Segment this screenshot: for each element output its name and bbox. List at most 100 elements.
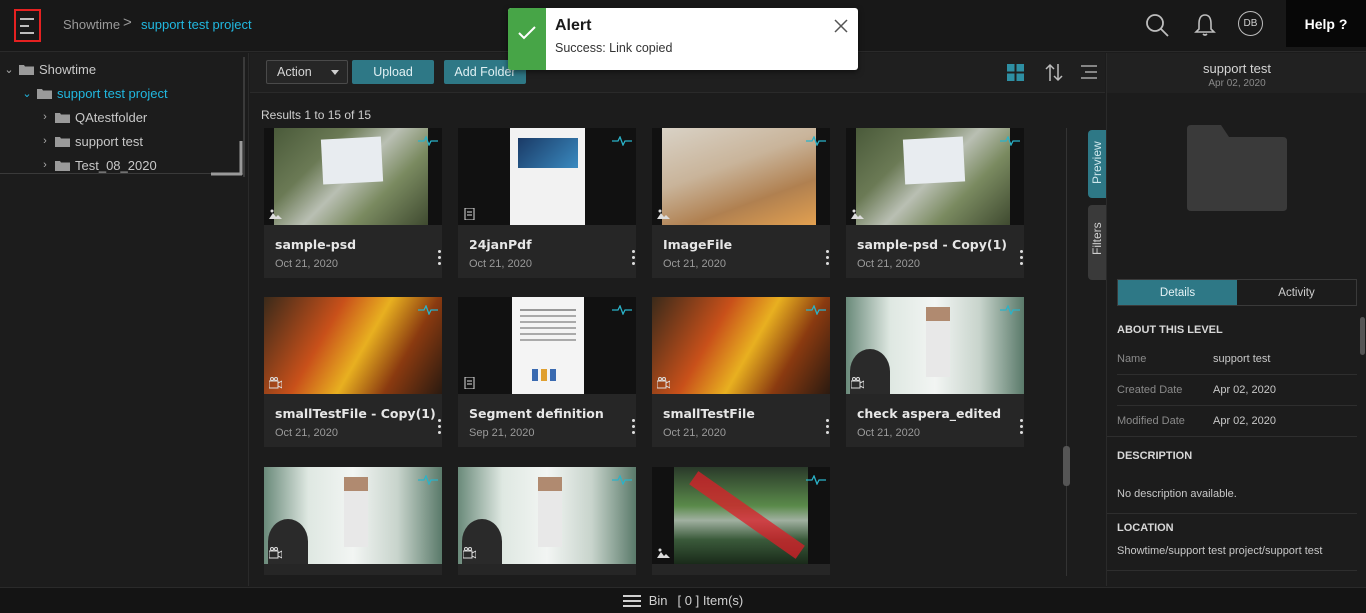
chevron-right-icon[interactable]: ›	[40, 159, 50, 171]
asset-card[interactable]: ImageFile Oct 21, 2020	[652, 128, 830, 278]
asset-card[interactable]: smallTestFile Oct 21, 2020	[652, 297, 830, 447]
field-value: support test	[1213, 353, 1271, 365]
folder-icon	[19, 64, 34, 75]
asset-card[interactable]: Segment definition Sep 21, 2020	[458, 297, 636, 447]
tree-item-label: support test project	[57, 85, 168, 101]
close-icon[interactable]	[833, 18, 849, 34]
sort-icon[interactable]	[1045, 63, 1063, 82]
asset-date: Oct 21, 2020	[663, 427, 726, 439]
hamburger-menu-button[interactable]	[14, 9, 41, 42]
asset-card[interactable]: check aspera_edited Oct 21, 2020	[846, 297, 1024, 447]
more-options-icon[interactable]	[438, 250, 442, 266]
asset-card[interactable]	[264, 467, 442, 575]
more-options-icon[interactable]	[632, 419, 636, 435]
field-value: Apr 02, 2020	[1213, 415, 1276, 427]
asset-card[interactable]: sample-psd Oct 21, 2020	[264, 128, 442, 278]
tab-details[interactable]: Details	[1118, 280, 1237, 305]
breadcrumb-separator: >	[123, 14, 132, 31]
asset-thumbnail[interactable]	[652, 297, 830, 394]
asset-thumbnail[interactable]	[846, 297, 1024, 394]
asset-thumbnail[interactable]	[458, 297, 636, 394]
pulse-icon	[806, 136, 826, 146]
image-type-icon	[657, 209, 670, 219]
more-options-icon[interactable]	[632, 250, 636, 266]
description-heading: DESCRIPTION	[1117, 450, 1193, 462]
tree-item-support-test[interactable]: › support test	[40, 131, 143, 151]
tree-item-support-test-project[interactable]: ⌄ support test project	[22, 83, 168, 103]
breadcrumb-showtime[interactable]: Showtime	[63, 17, 120, 32]
field-key: Created Date	[1117, 384, 1183, 396]
upload-button[interactable]: Upload	[352, 60, 434, 84]
bin-bar[interactable]: Bin [ 0 ] Item(s)	[0, 587, 1366, 613]
asset-thumbnail[interactable]	[652, 467, 830, 564]
details-scrollbar[interactable]	[1360, 317, 1365, 355]
asset-card[interactable]	[458, 467, 636, 575]
tab-filters[interactable]: Filters	[1088, 205, 1106, 280]
divider	[1107, 513, 1357, 514]
more-options-icon[interactable]	[826, 250, 830, 266]
tab-preview[interactable]: Preview	[1088, 130, 1106, 198]
location-text: Showtime/support test project/support te…	[1117, 545, 1323, 557]
notification-bell-icon[interactable]	[1192, 12, 1218, 38]
more-options-icon[interactable]	[1020, 419, 1024, 435]
bin-label: Bin	[648, 593, 668, 608]
user-avatar[interactable]: DB	[1238, 11, 1263, 36]
list-view-icon[interactable]	[1081, 65, 1097, 79]
alert-title: Alert	[555, 17, 592, 34]
asset-thumbnail[interactable]	[264, 128, 442, 225]
pulse-icon	[612, 305, 632, 315]
folder-icon	[55, 160, 70, 171]
more-options-icon[interactable]	[826, 419, 830, 435]
asset-card[interactable]: smallTestFile - Copy(1) Oct 21, 2020	[264, 297, 442, 447]
document-type-icon	[464, 208, 475, 220]
tab-preview-label: Preview	[1090, 141, 1104, 184]
thumbnail-person	[538, 477, 562, 547]
folder-icon	[37, 88, 52, 99]
tree-item-label: Showtime	[39, 61, 97, 77]
divider	[1117, 405, 1357, 406]
help-button[interactable]: Help ?	[1286, 0, 1366, 47]
asset-card[interactable]: sample-psd - Copy(1) Oct 21, 2020	[846, 128, 1024, 278]
asset-title: smallTestFile	[663, 406, 755, 421]
resize-handle-icon[interactable]	[211, 141, 249, 179]
asset-thumbnail[interactable]	[264, 467, 442, 564]
video-type-icon	[463, 547, 476, 559]
tree-item-qatestfolder[interactable]: › QAtestfolder	[40, 107, 147, 127]
pulse-icon	[806, 475, 826, 485]
chevron-down-icon[interactable]: ⌄	[22, 87, 32, 100]
details-title: support test	[1203, 61, 1271, 76]
thumbnail-person	[926, 307, 950, 377]
asset-title: sample-psd - Copy(1)	[857, 237, 1008, 252]
alert-message: Success: Link copied	[555, 41, 673, 55]
asset-thumbnail[interactable]	[264, 297, 442, 394]
asset-title: check aspera_edited	[857, 406, 1002, 421]
grid-view-icon[interactable]	[1007, 64, 1024, 81]
asset-card[interactable]: 24janPdf Oct 21, 2020	[458, 128, 636, 278]
thumbnail-banner	[518, 138, 578, 168]
tree-item-showtime[interactable]: ⌄ Showtime	[4, 59, 96, 79]
pulse-icon	[418, 475, 438, 485]
more-options-icon[interactable]	[1020, 250, 1024, 266]
asset-card[interactable]	[652, 467, 830, 575]
grid-scrollbar[interactable]	[1063, 446, 1070, 486]
asset-thumbnail[interactable]	[846, 128, 1024, 225]
details-header: support test Apr 02, 2020	[1107, 53, 1366, 93]
thumbnail-image	[652, 297, 830, 394]
breadcrumb-current[interactable]: support test project	[141, 17, 252, 32]
chevron-right-icon[interactable]: ›	[40, 135, 50, 147]
asset-thumbnail[interactable]	[652, 128, 830, 225]
asset-thumbnail[interactable]	[458, 128, 636, 225]
asset-date: Oct 21, 2020	[275, 427, 338, 439]
more-options-icon[interactable]	[438, 419, 442, 435]
tab-filters-label: Filters	[1090, 222, 1104, 255]
chevron-down-icon[interactable]: ⌄	[4, 63, 14, 76]
thumbnail-image	[662, 128, 816, 225]
pulse-icon	[806, 305, 826, 315]
asset-thumbnail[interactable]	[458, 467, 636, 564]
search-icon[interactable]	[1144, 12, 1170, 38]
tree-item-test-08-2020[interactable]: › Test_08_2020	[40, 155, 157, 175]
action-dropdown[interactable]: Action	[266, 60, 348, 84]
chevron-right-icon[interactable]: ›	[40, 111, 50, 123]
tab-activity[interactable]: Activity	[1237, 280, 1356, 305]
field-key: Name	[1117, 353, 1147, 365]
